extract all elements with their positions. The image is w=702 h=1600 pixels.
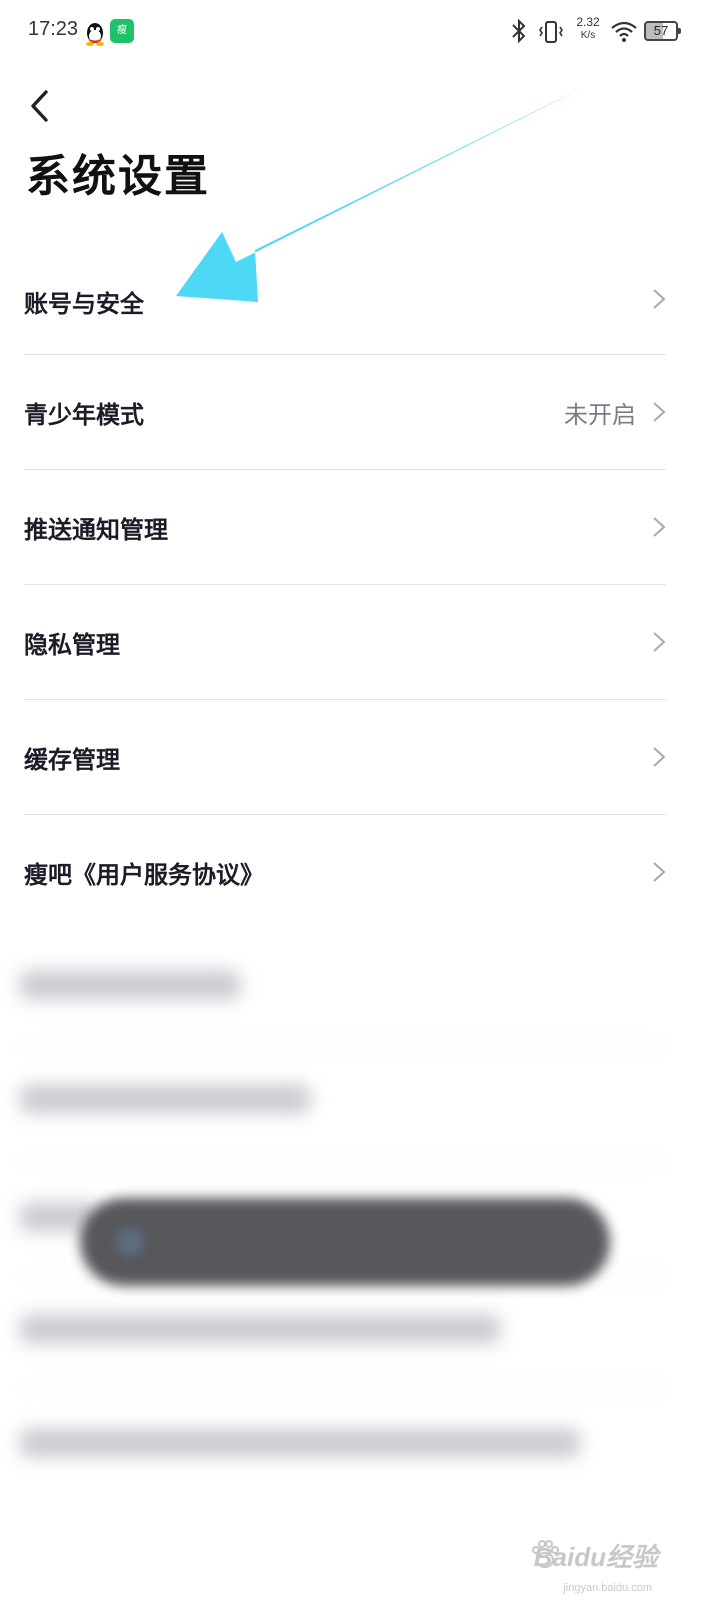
net-speed-unit: K/s [580, 30, 596, 41]
net-speed: 2.32 K/s [568, 16, 608, 42]
page-title: 系统设置 [26, 151, 210, 202]
net-speed-value: 2.32 [576, 15, 600, 29]
watermark-url: jingyan.baidu.com [563, 1582, 652, 1594]
wifi-icon [611, 21, 637, 42]
status-time: 17:23 [28, 18, 79, 40]
blurred-divider [20, 1045, 666, 1047]
blurred-toast-icon [116, 1228, 144, 1256]
settings-item-label: 青少年模式 [24, 401, 144, 429]
battery-icon: 57 [644, 21, 681, 41]
status-bar: 17:23 瘦 2.32 K/s 57 [0, 0, 702, 64]
settings-item-label: 账号与安全 [24, 290, 144, 318]
blurred-row [20, 971, 240, 999]
chevron-right-icon [653, 517, 666, 537]
settings-item-label: 隐私管理 [24, 631, 120, 659]
watermark: Baidu经验 [533, 1542, 658, 1572]
chevron-right-icon [653, 862, 666, 882]
blurred-row [20, 1085, 310, 1113]
blurred-toast [80, 1198, 610, 1286]
bluetooth-icon [512, 18, 526, 44]
settings-item-label: 缓存管理 [24, 746, 120, 774]
settings-item-user-agreement[interactable]: 瘦吧《用户服务协议》 [0, 815, 702, 930]
settings-item-label: 瘦吧《用户服务协议》 [24, 861, 264, 889]
settings-item-cache[interactable]: 缓存管理 [0, 700, 702, 815]
settings-list: 账号与安全 青少年模式 未开启 推送通知管理 隐私管理 缓存管理 瘦吧《用户服务… [0, 240, 702, 930]
back-button[interactable] [24, 86, 56, 126]
chevron-left-icon [31, 90, 48, 122]
settings-item-account-security[interactable]: 账号与安全 [0, 240, 702, 355]
vibrate-icon [539, 21, 563, 43]
settings-item-privacy[interactable]: 隐私管理 [0, 585, 702, 700]
blurred-divider [20, 1161, 666, 1163]
settings-item-value: 未开启 [564, 401, 636, 429]
chevron-right-icon [653, 402, 666, 422]
settings-item-youth-mode[interactable]: 青少年模式 未开启 [0, 355, 702, 470]
blurred-row [20, 1429, 580, 1457]
blurred-divider [20, 1387, 666, 1389]
qq-icon [86, 23, 104, 46]
settings-item-label: 推送通知管理 [24, 516, 168, 544]
chevron-right-icon [653, 632, 666, 652]
app-badge-icon: 瘦 [110, 19, 134, 43]
chevron-right-icon [653, 747, 666, 767]
blurred-row [20, 1315, 500, 1343]
settings-item-push-notifications[interactable]: 推送通知管理 [0, 470, 702, 585]
chevron-right-icon [653, 289, 666, 309]
